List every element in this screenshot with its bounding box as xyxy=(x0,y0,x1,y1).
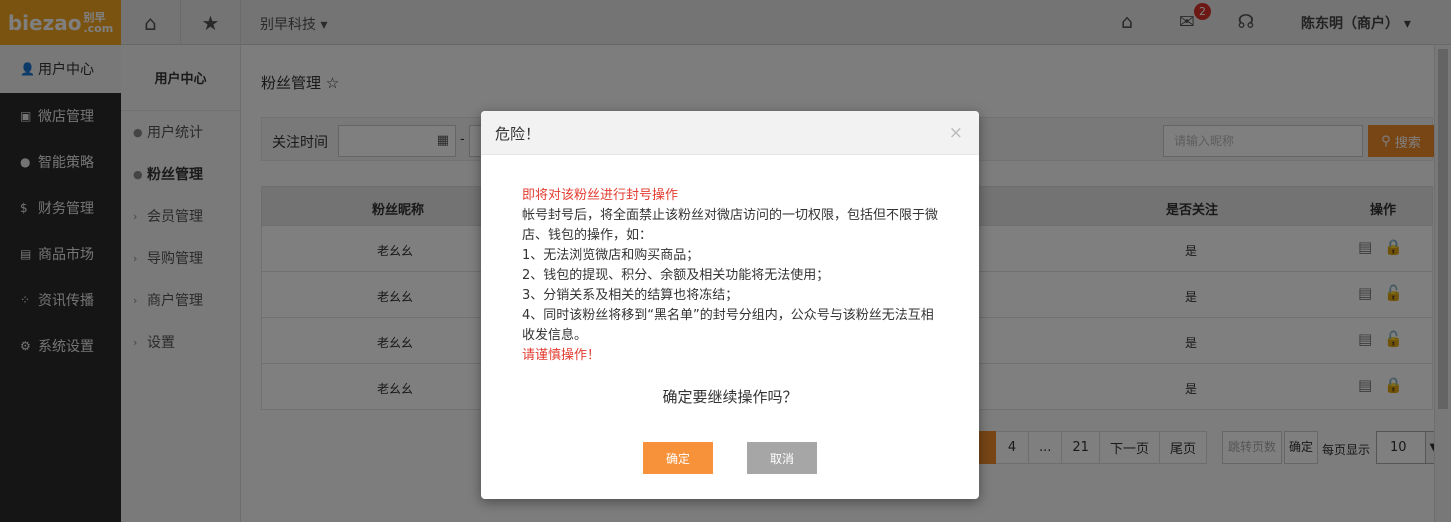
message-line: 4、同时该粉丝将移到“黑名单”的封号分组内，公众号与该粉丝无法互相收发信息。 xyxy=(522,308,934,343)
warning-heading: 即将对该粉丝进行封号操作 xyxy=(522,188,679,203)
message-line: 帐号封号后，将全面禁止该粉丝对微店访问的一切权限，包括但不限于微店、钱包的操作，… xyxy=(522,208,939,243)
danger-dialog: 危险！ × 即将对该粉丝进行封号操作 帐号封号后，将全面禁止该粉丝对微店访问的一… xyxy=(481,111,979,499)
confirm-button[interactable]: 确定 xyxy=(643,442,713,474)
dialog-title: 危险！ xyxy=(495,125,541,143)
close-icon[interactable]: × xyxy=(949,123,963,143)
dialog-header: 危险！ × xyxy=(481,111,979,155)
dialog-message: 即将对该粉丝进行封号操作 帐号封号后，将全面禁止该粉丝对微店访问的一切权限，包括… xyxy=(522,186,942,366)
message-line: 3、分销关系及相关的结算也将冻结； xyxy=(522,288,739,303)
cancel-button[interactable]: 取消 xyxy=(747,442,817,474)
message-line: 1、无法浏览微店和购买商品； xyxy=(522,248,700,263)
message-line: 2、钱包的提现、积分、余额及相关功能将无法使用； xyxy=(522,268,830,283)
warning-tail: 请谨慎操作！ xyxy=(522,348,601,363)
confirm-question: 确定要继续操作吗？ xyxy=(662,388,798,406)
